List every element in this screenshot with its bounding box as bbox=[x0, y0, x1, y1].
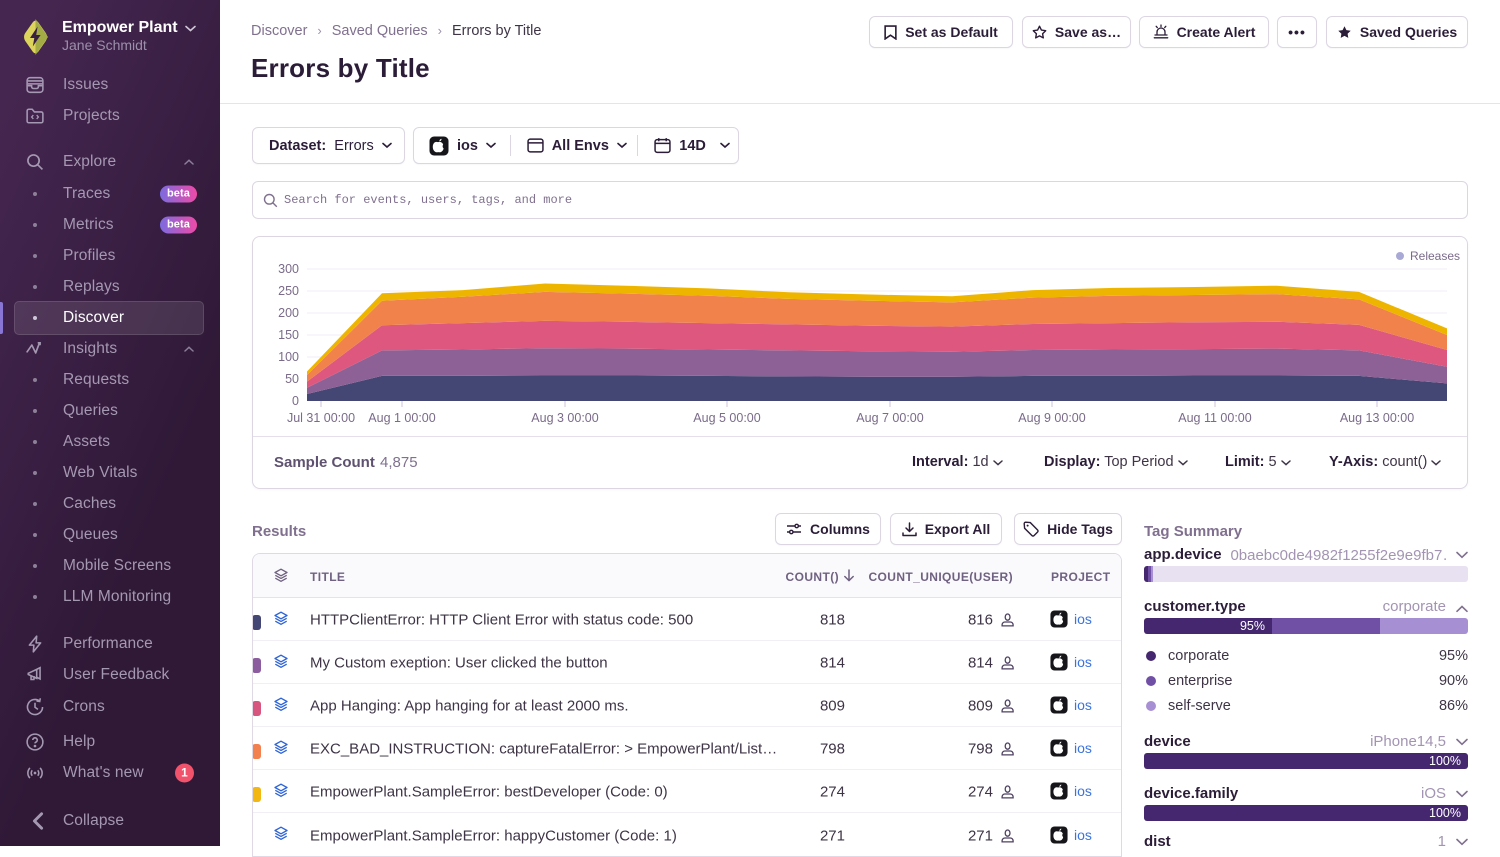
svg-text:Aug 3 00:00: Aug 3 00:00 bbox=[531, 411, 598, 425]
svg-text:Aug 11 00:00: Aug 11 00:00 bbox=[1178, 411, 1251, 425]
svg-text:200: 200 bbox=[278, 306, 299, 320]
svg-text:Aug 5 00:00: Aug 5 00:00 bbox=[693, 411, 760, 425]
svg-text:150: 150 bbox=[278, 328, 299, 342]
svg-text:Aug 1 00:00: Aug 1 00:00 bbox=[368, 411, 435, 425]
svg-text:250: 250 bbox=[278, 284, 299, 298]
svg-text:50: 50 bbox=[285, 372, 299, 386]
svg-text:Aug 7 00:00: Aug 7 00:00 bbox=[856, 411, 923, 425]
svg-text:100: 100 bbox=[278, 350, 299, 364]
svg-text:Releases: Releases bbox=[1410, 249, 1460, 263]
svg-text:300: 300 bbox=[278, 262, 299, 276]
svg-text:Aug 13 00:00: Aug 13 00:00 bbox=[1340, 411, 1414, 425]
svg-text:0: 0 bbox=[292, 394, 299, 408]
svg-text:Jul 31 00:00: Jul 31 00:00 bbox=[287, 411, 355, 425]
svg-text:Aug 9 00:00: Aug 9 00:00 bbox=[1018, 411, 1085, 425]
